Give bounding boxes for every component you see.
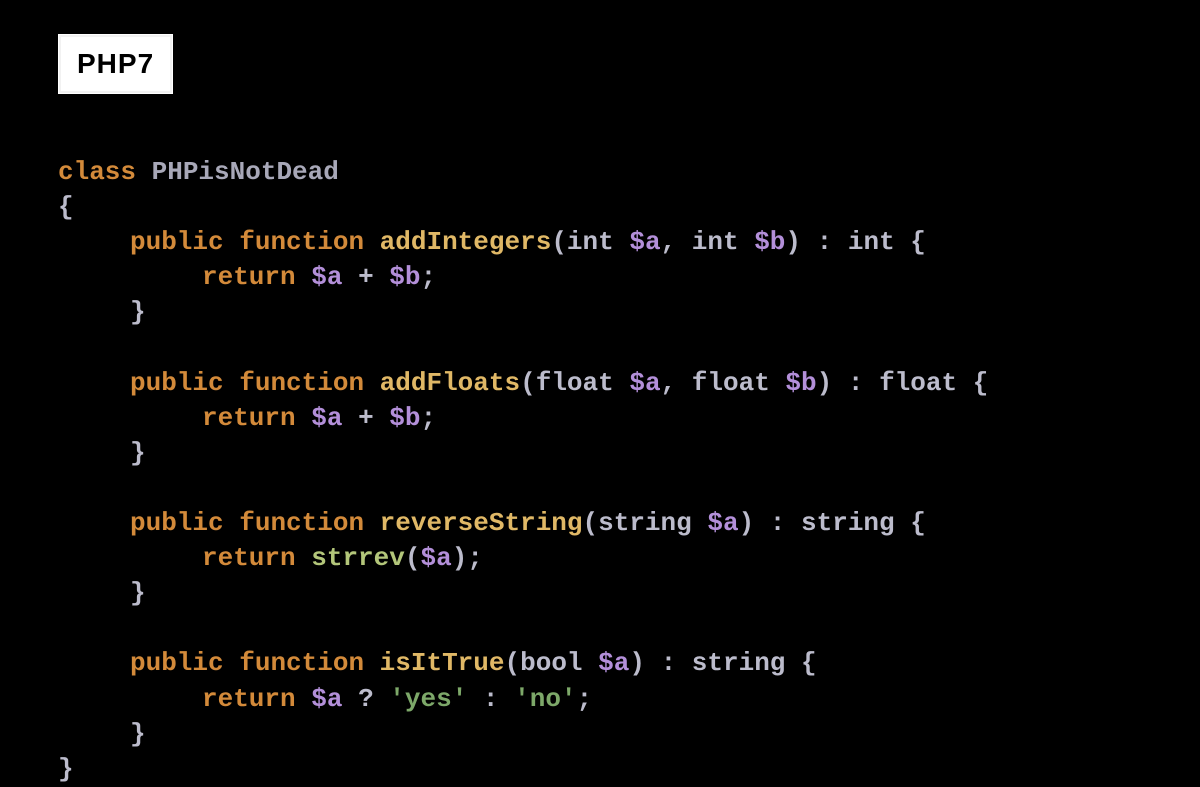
class-name: PHPisNotDead [152,157,339,187]
semicolon: ; [421,403,437,433]
keyword-function: function [239,508,364,538]
ternary-colon: : [483,684,499,714]
ternary-var: $a [311,684,342,714]
return-type: float [879,368,957,398]
fn-open-brace: { [973,368,989,398]
param-var: $b [785,368,816,398]
fn-isittrue: isItTrue [380,648,505,678]
ternary-question: ? [358,684,374,714]
colon: : [661,648,677,678]
return-type: int [848,227,895,257]
keyword-public: public [130,227,224,257]
param-var: $b [754,227,785,257]
keyword-return: return [202,403,296,433]
var-a: $a [311,403,342,433]
code-block: class PHPisNotDead { public function add… [58,120,988,787]
param-var: $a [629,227,660,257]
lparen: ( [505,648,521,678]
fn-reversestring: reverseString [380,508,583,538]
keyword-class: class [58,157,136,187]
lparen: ( [583,508,599,538]
rparen: ) [817,368,833,398]
keyword-function: function [239,368,364,398]
rparen: ) [785,227,801,257]
operator-plus: + [358,262,374,292]
php7-logo: PHP7 [56,32,175,96]
lparen: ( [405,543,421,573]
fn-open-brace: { [910,227,926,257]
keyword-public: public [130,368,224,398]
call-arg: $a [420,543,451,573]
fn-open-brace: { [910,508,926,538]
fn-close-brace: } [130,719,146,749]
fn-close-brace: } [130,578,146,608]
lparen: ( [520,368,536,398]
var-b: $b [389,403,420,433]
return-type: string [801,508,895,538]
colon: : [848,368,864,398]
class-open-brace: { [58,192,74,222]
lparen: ( [551,227,567,257]
keyword-function: function [239,648,364,678]
class-close-brace: } [58,754,74,784]
semicolon: ; [577,684,593,714]
semicolon: ; [421,262,437,292]
keyword-function: function [239,227,364,257]
param-type: float [692,368,770,398]
comma: , [661,368,677,398]
var-a: $a [311,262,342,292]
fn-call-strrev: strrev [311,543,405,573]
return-type: string [692,648,786,678]
keyword-return: return [202,262,296,292]
rparen: ) [739,508,755,538]
fn-close-brace: } [130,438,146,468]
logo-text: PHP7 [77,48,154,79]
param-type: float [536,368,614,398]
param-var: $a [629,368,660,398]
rparen: ) [452,543,468,573]
param-var: $a [598,648,629,678]
keyword-public: public [130,648,224,678]
colon: : [770,508,786,538]
fn-addfloats: addFloats [380,368,520,398]
var-b: $b [389,262,420,292]
param-type: bool [520,648,582,678]
string-yes: 'yes' [389,684,467,714]
param-type: string [598,508,692,538]
keyword-return: return [202,543,296,573]
param-var: $a [707,508,738,538]
string-no: 'no' [514,684,576,714]
param-type: int [692,227,739,257]
semicolon: ; [467,543,483,573]
fn-close-brace: } [130,297,146,327]
operator-plus: + [358,403,374,433]
fn-addintegers: addIntegers [380,227,552,257]
keyword-return: return [202,684,296,714]
colon: : [817,227,833,257]
rparen: ) [629,648,645,678]
fn-open-brace: { [801,648,817,678]
param-type: int [567,227,614,257]
keyword-public: public [130,508,224,538]
comma: , [661,227,677,257]
